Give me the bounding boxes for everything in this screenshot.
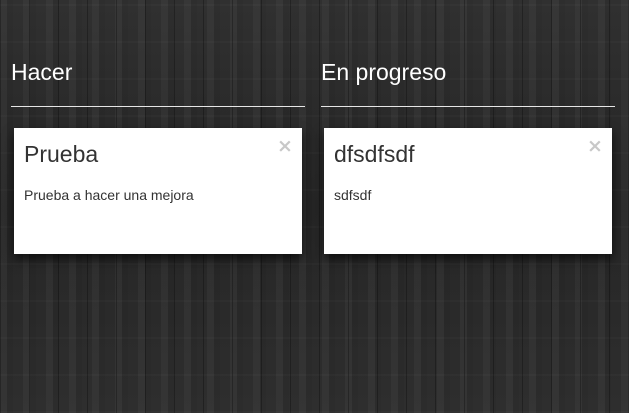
card-title: dfsdfsdf bbox=[334, 141, 415, 167]
card-description: Prueba a hacer una mejora bbox=[24, 187, 194, 203]
card-title: Prueba bbox=[24, 141, 99, 167]
task-card[interactable]: Prueba Prueba a hacer una mejora × bbox=[14, 128, 302, 254]
card-description: sdfsdf bbox=[334, 187, 372, 203]
column-divider bbox=[11, 106, 305, 107]
kanban-board: Hacer Prueba Prueba a hacer una mejora ×… bbox=[0, 0, 629, 413]
column-divider bbox=[321, 106, 615, 107]
close-icon[interactable]: × bbox=[277, 137, 293, 156]
column-title: Hacer bbox=[11, 59, 73, 85]
close-icon[interactable]: × bbox=[587, 137, 603, 156]
column-title: En progreso bbox=[321, 59, 447, 85]
task-card[interactable]: dfsdfsdf sdfsdf × bbox=[324, 128, 612, 254]
